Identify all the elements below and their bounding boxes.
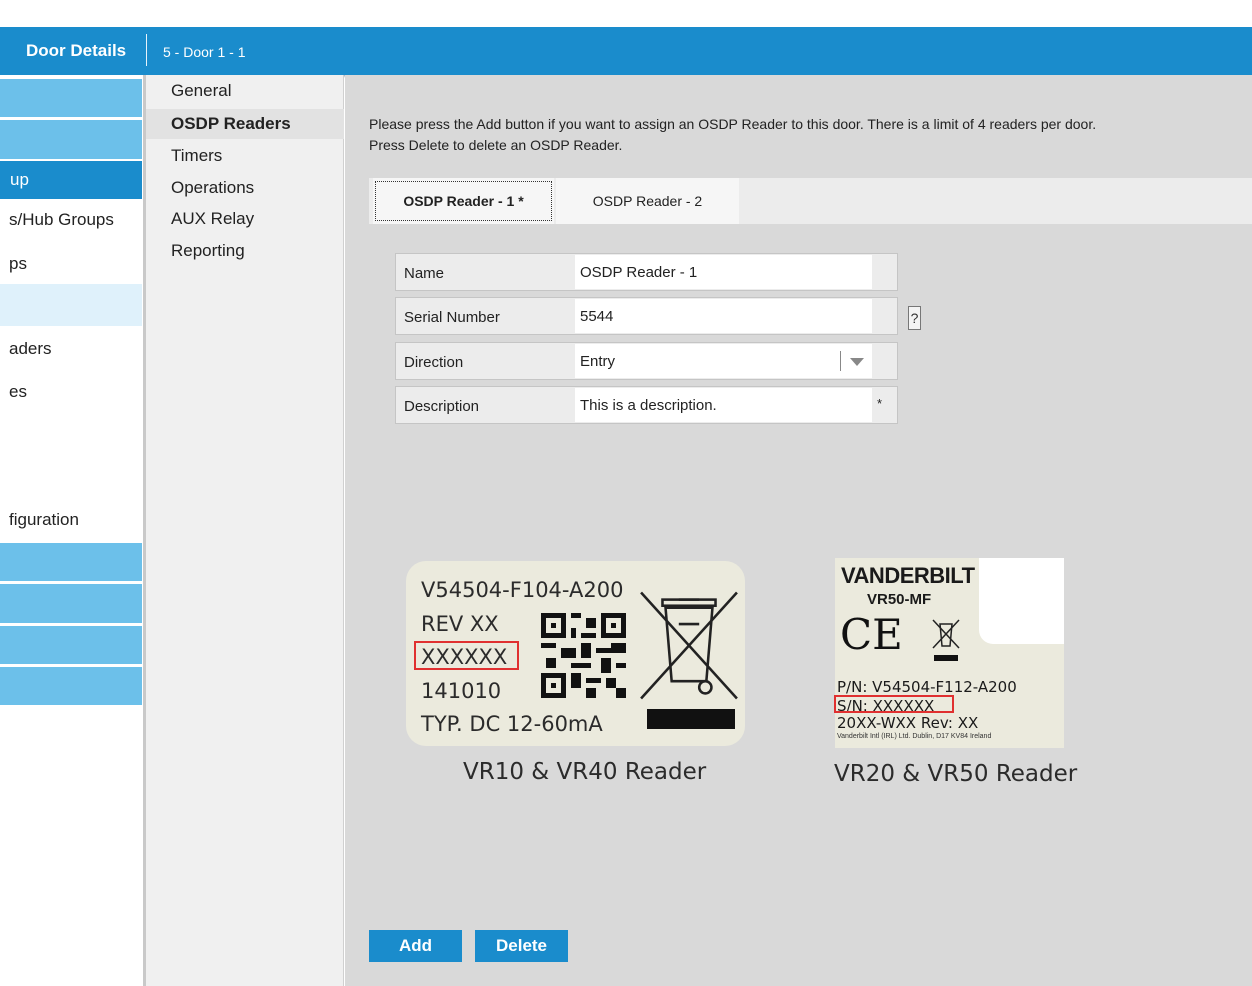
label-rev: REV XX: [421, 612, 499, 636]
sidebar-item-configuration[interactable]: figuration: [9, 510, 79, 530]
sidebar-item-hub-groups[interactable]: s/Hub Groups: [9, 210, 114, 230]
label-part-number: P/N: V54504-F112-A200: [837, 678, 1017, 696]
menu-item-aux-relay[interactable]: AUX Relay: [146, 204, 344, 234]
direction-label: Direction: [404, 354, 464, 371]
name-row: Name: [395, 253, 898, 291]
title-bar: Door Details 5 - Door 1 - 1: [0, 27, 1252, 78]
label-date: 141010: [421, 679, 502, 703]
sidebar-item-setup[interactable]: up: [0, 161, 142, 199]
serial-help-button[interactable]: ?: [908, 306, 921, 330]
sidebar-item-readers[interactable]: aders: [9, 339, 52, 359]
label-address: Vanderbilt Intl (IRL) Ltd. Dublin, D17 K…: [837, 733, 992, 740]
sidebar: up s/Hub Groups ps aders es figuration: [0, 75, 146, 986]
serial-number-field[interactable]: [575, 299, 872, 333]
ce-mark: CE: [840, 610, 903, 659]
label-part-number: V54504-F104-A200: [421, 578, 624, 602]
instructions: Please press the Add button if you want …: [369, 114, 1239, 156]
tab-focus-ring: [375, 181, 552, 221]
tab-label: OSDP Reader - 2: [592, 193, 703, 209]
menu-item-general[interactable]: General: [146, 76, 344, 106]
sidebar-block[interactable]: [0, 543, 142, 581]
instructions-line: Please press the Add button if you want …: [369, 116, 1097, 132]
title-separator: [146, 34, 147, 66]
sidebar-item-es[interactable]: es: [9, 382, 27, 402]
delete-button[interactable]: Delete: [475, 930, 568, 962]
qr-code-icon: [541, 613, 626, 698]
add-button[interactable]: Add: [369, 930, 462, 962]
weee-bin-icon: [640, 591, 738, 700]
description-label: Description: [404, 398, 480, 415]
top-cropped-strip: [0, 0, 1252, 27]
main-content: Please press the Add button if you want …: [345, 75, 1252, 986]
page-title: Door Details: [26, 41, 127, 60]
weee-bin-icon: [932, 619, 960, 661]
label-rev: 20XX-WXX Rev: XX: [837, 714, 979, 732]
door-label: 5 - Door 1 - 1: [163, 44, 246, 60]
menu-item-operations[interactable]: Operations: [146, 173, 344, 203]
description-row: Description *: [395, 386, 898, 424]
serial-number-row: Serial Number: [395, 297, 898, 335]
sidebar-block[interactable]: [0, 120, 142, 159]
menu-item-timers[interactable]: Timers: [146, 141, 344, 171]
reader-tabs: OSDP Reader - 1 * OSDP Reader - 2: [369, 178, 1252, 224]
serial-highlight-box: [834, 695, 954, 713]
label-model: VR50-MF: [867, 591, 932, 608]
name-label: Name: [404, 265, 445, 282]
sidebar-block[interactable]: [0, 584, 142, 623]
reader-caption-vr50: VR20 & VR50 Reader: [834, 761, 1078, 787]
instructions-line: Press Delete to delete an OSDP Reader.: [369, 137, 623, 153]
weee-bar: [647, 709, 735, 729]
reader-label-vr10: V54504-F104-A200 REV XX XXXXXX 141010 TY…: [406, 561, 745, 746]
sidebar-item-label: up: [10, 170, 29, 189]
required-mark: *: [877, 396, 883, 411]
door-details-menu: General OSDP Readers Timers Operations A…: [146, 75, 344, 986]
serial-highlight-box: [414, 641, 519, 670]
chevron-down-icon[interactable]: [840, 351, 872, 371]
tab-osdp-reader-1[interactable]: OSDP Reader - 1 *: [373, 178, 554, 224]
sidebar-block[interactable]: [0, 667, 142, 705]
menu-item-reporting[interactable]: Reporting: [146, 236, 344, 266]
tab-osdp-reader-2[interactable]: OSDP Reader - 2: [556, 178, 739, 224]
label-corner: [979, 558, 1064, 644]
name-field[interactable]: [575, 255, 872, 289]
serial-number-label: Serial Number: [404, 309, 500, 326]
label-brand: VANDERBILT: [841, 563, 975, 588]
menu-item-osdp-readers[interactable]: OSDP Readers: [146, 109, 344, 139]
sidebar-block[interactable]: [0, 79, 142, 117]
reader-label-vr50: VANDERBILT VR50-MF CE P/N: V54504-F112-A…: [834, 558, 1064, 748]
sidebar-block[interactable]: [0, 626, 142, 664]
direction-select[interactable]: [575, 344, 872, 378]
sidebar-item-groups[interactable]: ps: [9, 254, 27, 274]
description-field[interactable]: [575, 388, 872, 422]
label-typ: TYP. DC 12-60mA: [421, 712, 603, 736]
reader-caption-vr10: VR10 & VR40 Reader: [463, 759, 707, 785]
direction-row: Direction: [395, 342, 898, 380]
sidebar-block-highlight[interactable]: [0, 284, 142, 326]
